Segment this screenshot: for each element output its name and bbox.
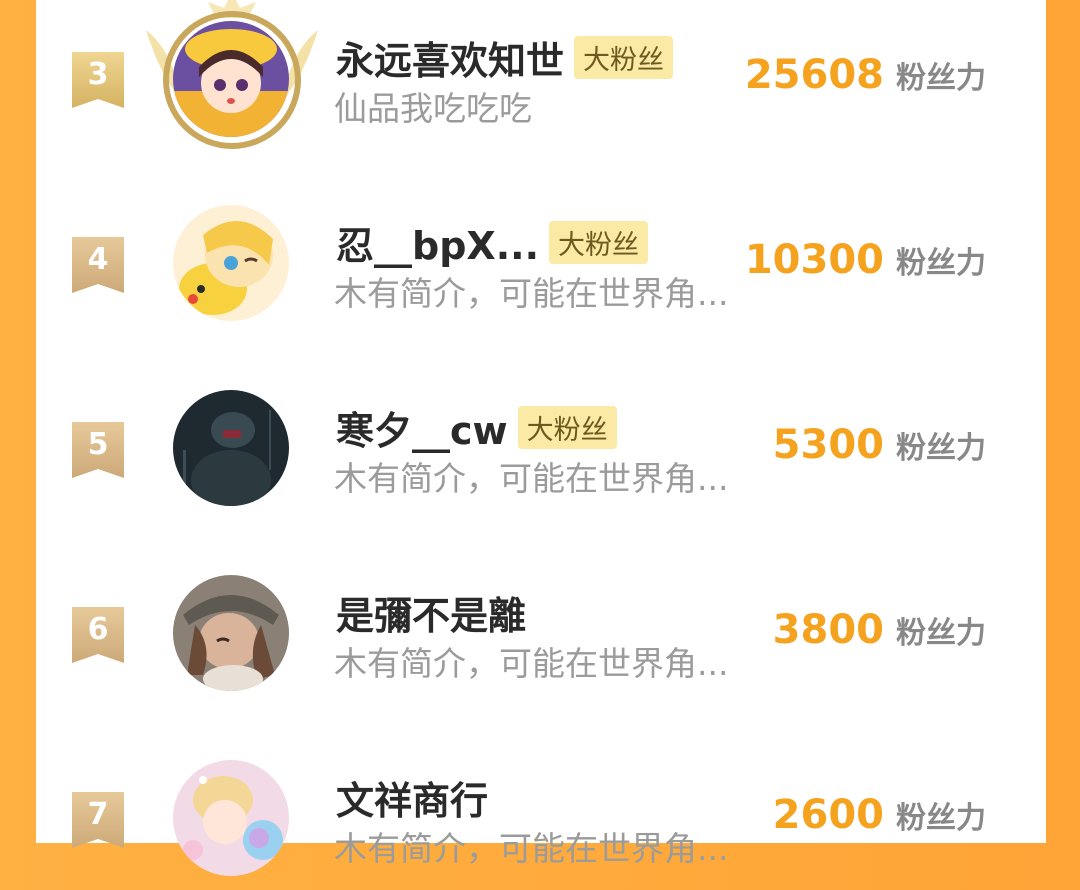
list-item[interactable]: 7 文祥商行 木有简介，可能在世界角... 2600 粉丝力 <box>36 740 1046 890</box>
rank-tag: 5 <box>72 422 124 478</box>
fan-level-badge: 大粉丝 <box>549 220 649 264</box>
fan-ranking-list: 3 永远喜欢知世 大粉丝 仙品我吃吃吃 25608 粉丝力 4 忍__bpX..… <box>36 0 1046 876</box>
fan-level-badge: 大粉丝 <box>517 405 617 449</box>
score-value: 10300 <box>744 237 884 283</box>
score-value: 25608 <box>744 52 884 98</box>
score-unit: 粉丝力 <box>896 246 986 281</box>
user-bio: 木有简介，可能在世界角... <box>334 829 729 868</box>
fan-power-score: 2600 粉丝力 <box>773 792 986 842</box>
fan-power-score: 25608 粉丝力 <box>745 52 986 102</box>
rank-tag: 3 <box>72 52 124 108</box>
user-bio: 仙品我吃吃吃 <box>334 89 532 128</box>
user-name[interactable]: 文祥商行 <box>336 770 488 825</box>
score-unit: 粉丝力 <box>896 61 986 96</box>
list-item[interactable]: 6 是彌不是離 木有简介，可能在世界角... 3800 粉丝力 <box>36 555 1046 705</box>
user-name[interactable]: 忍__bpX... <box>336 215 539 270</box>
fan-power-score: 10300 粉丝力 <box>745 237 986 287</box>
avatar[interactable] <box>166 198 300 332</box>
rank-tag: 4 <box>72 237 124 293</box>
avatar[interactable] <box>146 0 318 149</box>
list-item[interactable]: 3 永远喜欢知世 大粉丝 仙品我吃吃吃 25608 粉丝力 <box>36 0 1046 150</box>
score-unit: 粉丝力 <box>896 616 986 651</box>
rank-tag: 6 <box>72 607 124 663</box>
list-item[interactable]: 5 寒夕__cw 大粉丝 木有简介，可能在世界角... 5300 粉丝力 <box>36 370 1046 520</box>
score-unit: 粉丝力 <box>896 431 986 466</box>
user-bio: 木有简介，可能在世界角... <box>334 459 729 498</box>
score-value: 5300 <box>772 422 884 468</box>
user-bio: 木有简介，可能在世界角... <box>334 274 729 313</box>
anime-character-cap-avatar <box>173 575 289 691</box>
score-unit: 粉丝力 <box>896 801 986 836</box>
fan-power-score: 3800 粉丝力 <box>773 607 986 657</box>
fan-power-score: 5300 粉丝力 <box>773 422 986 472</box>
fan-level-badge: 大粉丝 <box>574 35 674 79</box>
score-value: 2600 <box>772 792 884 838</box>
user-bio: 木有简介，可能在世界角... <box>334 644 729 683</box>
anime-pastel-avatar <box>173 760 289 876</box>
anime-girl-yellow-hat-avatar <box>173 21 289 137</box>
list-item[interactable]: 4 忍__bpX... 大粉丝 木有简介，可能在世界角... 10300 粉丝力 <box>36 185 1046 335</box>
avatar[interactable] <box>166 383 300 517</box>
avatar[interactable] <box>166 753 300 887</box>
anime-girl-pikachu-avatar <box>173 205 289 321</box>
user-name[interactable]: 寒夕__cw <box>336 400 508 455</box>
score-value: 3800 <box>772 607 884 653</box>
avatar[interactable] <box>166 568 300 702</box>
user-name[interactable]: 是彌不是離 <box>336 585 526 640</box>
user-name[interactable]: 永远喜欢知世 <box>336 30 564 85</box>
dark-figure-avatar <box>173 390 289 506</box>
rank-tag: 7 <box>72 792 124 848</box>
